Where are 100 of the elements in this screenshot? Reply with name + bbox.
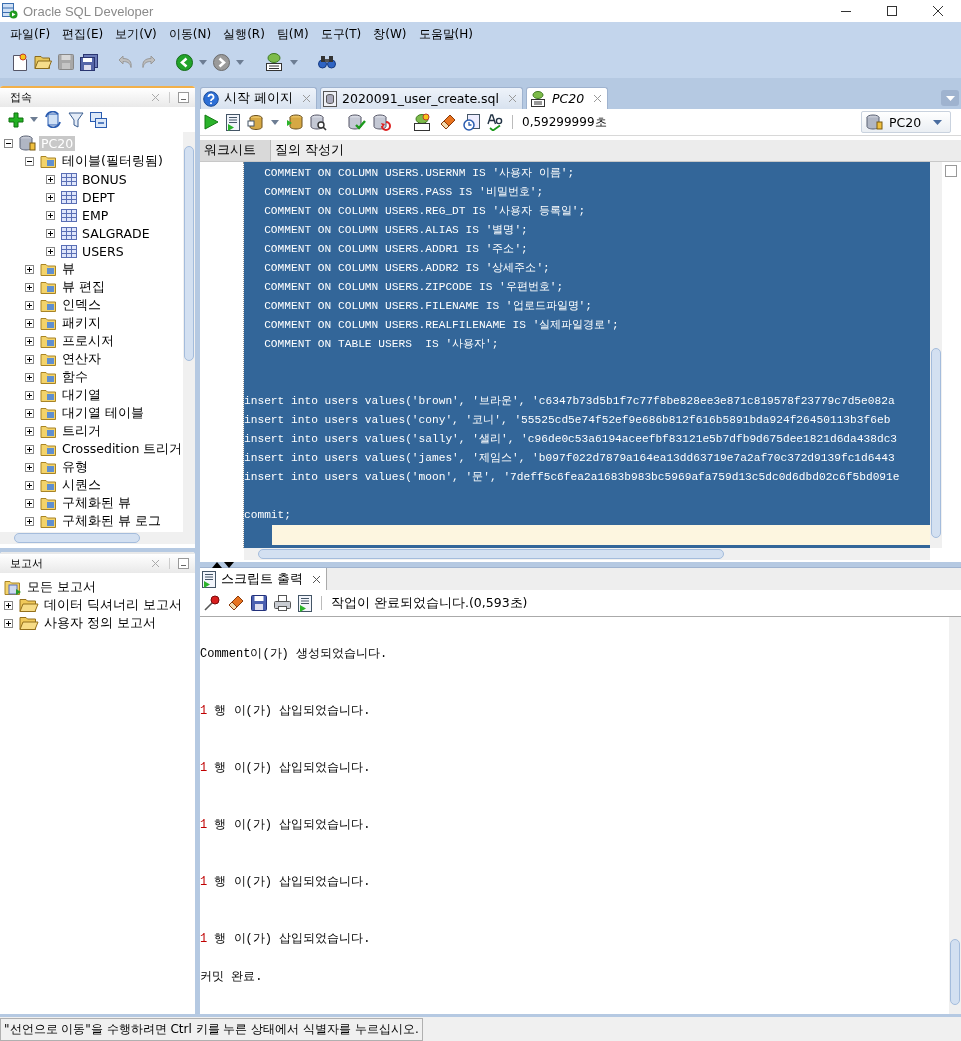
- tree-item[interactable]: 함수: [60, 368, 90, 386]
- scrollbar[interactable]: [0, 532, 195, 544]
- expander-icon[interactable]: [4, 600, 13, 610]
- tree-item[interactable]: 모든 보고서: [25, 578, 98, 596]
- expander-icon[interactable]: [25, 408, 34, 418]
- dropdown-icon[interactable]: [236, 59, 244, 65]
- dropdown-icon[interactable]: [199, 59, 207, 65]
- dropdown-icon[interactable]: [271, 119, 279, 125]
- tree-item[interactable]: 테이블(필터링됨): [60, 152, 165, 170]
- open-folder-icon[interactable]: [34, 54, 52, 70]
- minimize-icon[interactable]: [169, 92, 189, 103]
- tree-item[interactable]: 구체화된 뷰: [60, 494, 133, 512]
- tree-item[interactable]: 패키지: [60, 314, 103, 332]
- add-icon[interactable]: [8, 111, 24, 128]
- expander-icon[interactable]: [25, 462, 34, 472]
- connection-dropdown[interactable]: PC20: [861, 111, 951, 133]
- expander-icon[interactable]: [25, 480, 34, 490]
- scrollbar[interactable]: [244, 548, 930, 560]
- tree-item[interactable]: 연산자: [60, 350, 103, 368]
- tree-item[interactable]: 시퀀스: [60, 476, 103, 494]
- expander-icon[interactable]: [46, 246, 55, 256]
- dropdown-icon[interactable]: [30, 117, 38, 122]
- tree-item[interactable]: 뷰 편집: [60, 278, 107, 296]
- autotrace-icon[interactable]: [310, 113, 327, 131]
- menu-item[interactable]: 이동(N): [162, 25, 218, 43]
- rollback-icon[interactable]: [373, 113, 391, 131]
- expander-icon[interactable]: [25, 282, 34, 292]
- save-icon[interactable]: [251, 595, 267, 611]
- print-icon[interactable]: [274, 595, 291, 611]
- menu-item[interactable]: 도구(T): [314, 25, 368, 43]
- expander-icon[interactable]: [46, 174, 55, 184]
- expander-icon[interactable]: [25, 264, 34, 274]
- expander-icon[interactable]: [25, 390, 34, 400]
- tree-item[interactable]: 대기열 테이블: [60, 404, 146, 422]
- tree-item[interactable]: 데이터 딕셔너리 보고서: [42, 596, 184, 614]
- history-icon[interactable]: [463, 113, 480, 131]
- tree-item[interactable]: EMP: [80, 207, 111, 223]
- collapse-icon[interactable]: [90, 111, 107, 128]
- scrollbar[interactable]: [930, 162, 942, 548]
- close-icon[interactable]: [313, 575, 320, 583]
- run-script-icon[interactable]: [226, 113, 240, 131]
- tree-item[interactable]: BONUS: [80, 171, 129, 187]
- menu-item[interactable]: 파일(F): [4, 25, 57, 43]
- tree-item[interactable]: 유형: [60, 458, 90, 476]
- tree-item[interactable]: Crossedition 트리거: [60, 440, 183, 458]
- expander-icon[interactable]: [25, 336, 34, 346]
- expander-icon[interactable]: [4, 618, 13, 628]
- scrollbar[interactable]: [949, 617, 961, 1014]
- commit-icon[interactable]: [348, 113, 366, 131]
- menu-item[interactable]: 도움말(H): [412, 25, 479, 43]
- run-icon[interactable]: [204, 114, 219, 130]
- expander-icon[interactable]: [25, 300, 34, 310]
- menu-item[interactable]: 실행(R): [217, 25, 271, 43]
- database-icon[interactable]: [247, 113, 264, 131]
- menu-item[interactable]: 팀(M): [270, 25, 315, 43]
- filter-icon[interactable]: [68, 111, 84, 128]
- expander-icon[interactable]: [25, 426, 34, 436]
- eraser-icon[interactable]: [227, 594, 244, 612]
- tree-item[interactable]: 인덱스: [60, 296, 103, 314]
- tree-item[interactable]: 프로시저: [60, 332, 116, 350]
- forward-icon[interactable]: [213, 53, 230, 71]
- editor-tab[interactable]: 시작 페이지: [200, 87, 317, 109]
- minimize-icon[interactable]: [169, 558, 189, 569]
- expander-icon[interactable]: [25, 498, 34, 508]
- expander-icon[interactable]: [46, 210, 55, 220]
- scrollbar[interactable]: [183, 132, 195, 532]
- expander-icon[interactable]: [46, 192, 55, 202]
- sql-worksheet-icon[interactable]: [264, 53, 284, 71]
- tree-item[interactable]: DEPT: [80, 189, 117, 205]
- menu-item[interactable]: 창(W): [367, 25, 413, 43]
- menu-item[interactable]: 편집(E): [56, 25, 110, 43]
- new-file-icon[interactable]: [12, 53, 28, 71]
- explain-plan-icon[interactable]: [286, 114, 303, 130]
- expander-icon[interactable]: [25, 372, 34, 382]
- tree-item[interactable]: USERS: [80, 243, 126, 259]
- expander-icon[interactable]: [4, 138, 13, 148]
- expander-icon[interactable]: [25, 516, 34, 526]
- code-editor[interactable]: [244, 162, 930, 548]
- tree-item[interactable]: 뷰: [60, 260, 77, 278]
- binoculars-icon[interactable]: [318, 55, 336, 69]
- sql-tuning-icon[interactable]: [412, 113, 432, 131]
- tree-item[interactable]: SALGRADE: [80, 225, 152, 241]
- expander-icon[interactable]: [25, 444, 34, 454]
- save-all-icon[interactable]: [80, 53, 98, 71]
- run-script-icon[interactable]: [298, 594, 312, 612]
- subtab[interactable]: 질의 작성기: [271, 140, 354, 161]
- editor-tab[interactable]: 2020091_user_create.sql: [320, 87, 523, 109]
- back-icon[interactable]: [176, 53, 193, 71]
- tree-item[interactable]: 대기열: [60, 386, 103, 404]
- splitter-arrows-icon[interactable]: [212, 562, 236, 568]
- expander-icon[interactable]: [25, 318, 34, 328]
- dropdown-icon[interactable]: [290, 59, 298, 65]
- expander-icon[interactable]: [25, 354, 34, 364]
- menu-item[interactable]: 보기(V): [109, 25, 163, 43]
- tree-item[interactable]: 구체화된 뷰 로그: [60, 512, 163, 530]
- eraser-icon[interactable]: [439, 113, 456, 131]
- subtab[interactable]: 워크시트: [200, 140, 271, 161]
- refresh-icon[interactable]: [44, 111, 62, 128]
- tree-item[interactable]: 사용자 정의 보고서: [42, 614, 158, 632]
- format-icon[interactable]: [487, 113, 503, 131]
